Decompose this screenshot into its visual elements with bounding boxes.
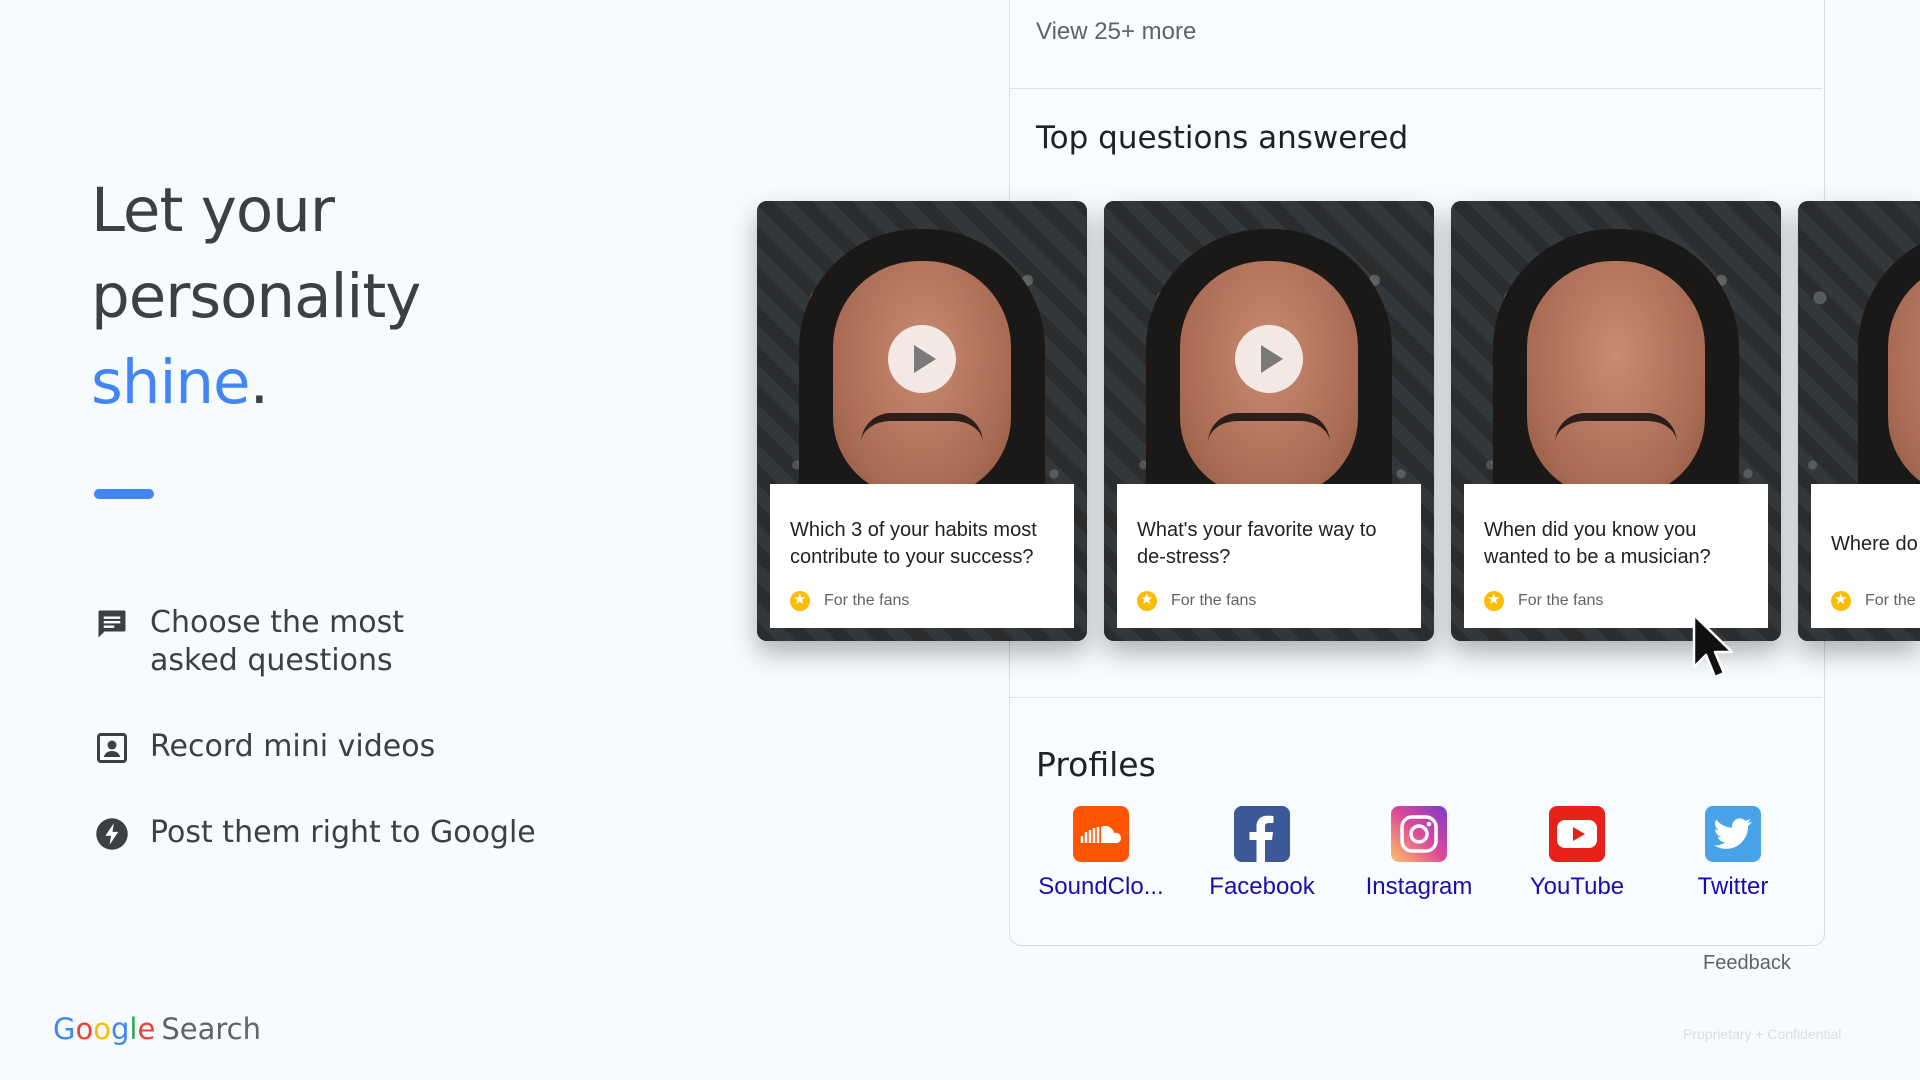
logo-letter: G <box>53 1012 76 1046</box>
facebook-icon <box>1234 806 1290 862</box>
headline-line-3: shine. <box>91 340 420 426</box>
video-card[interactable]: Which 3 of your habits most contribute t… <box>757 201 1087 641</box>
mouse-cursor-icon <box>1692 613 1734 679</box>
video-card[interactable]: Where do you find inspiration? For the f… <box>1798 201 1920 641</box>
instagram-icon <box>1391 806 1447 862</box>
fans-badge-label: For the fans <box>1171 592 1257 609</box>
headline: Let your personality shine. <box>91 168 421 426</box>
logo-letter: o <box>75 1012 94 1046</box>
feedback-link[interactable]: Feedback <box>1703 952 1791 975</box>
question-text: What's your favorite way to de-stress? <box>1137 519 1377 568</box>
profile-name: YouTube <box>1529 873 1625 900</box>
soundcloud-icon <box>1073 806 1129 862</box>
fans-badge-label: For the fans <box>1518 592 1604 609</box>
star-icon <box>790 590 810 611</box>
logo-letter: o <box>93 1012 111 1046</box>
logo-letter: e <box>137 1012 156 1046</box>
confidential-note: Proprietary + Confidential <box>1683 1026 1842 1042</box>
profile-name: SoundClo... <box>1038 873 1164 900</box>
profile-instagram[interactable]: Instagram <box>1344 806 1494 901</box>
fans-badge-label: For the fans <box>1865 592 1920 609</box>
fans-badge-label: For the fans <box>824 592 910 609</box>
fans-badge: For the fans <box>1831 590 1920 611</box>
google-search-logo: Google Search <box>53 1012 261 1046</box>
video-card[interactable]: What's your favorite way to de-stress? F… <box>1104 201 1434 641</box>
profiles-section-title: Profiles <box>1036 745 1156 784</box>
feature-text: Choose the most asked questions <box>150 605 405 678</box>
question-text: When did you know you wanted to be a mus… <box>1484 519 1711 568</box>
questions-section-title: Top questions answered <box>1036 120 1409 156</box>
divider <box>1010 697 1822 698</box>
fans-badge: For the fans <box>1137 590 1257 611</box>
question-caption: Which 3 of your habits most contribute t… <box>770 484 1074 628</box>
profile-twitter[interactable]: Twitter <box>1658 806 1808 901</box>
contact-frame-icon <box>97 733 127 763</box>
twitter-icon <box>1705 806 1761 862</box>
star-icon <box>1484 590 1504 611</box>
star-icon <box>1831 590 1851 611</box>
question-caption: Where do you find inspiration? For the f… <box>1811 484 1920 628</box>
chat-bubble-icon <box>98 610 126 638</box>
star-icon <box>1137 590 1157 611</box>
feature-choose-questions: Choose the most asked questions <box>94 604 594 680</box>
feature-text: Post them right to Google <box>150 815 536 850</box>
profile-name: Twitter <box>1697 873 1769 900</box>
question-caption: When did you know you wanted to be a mus… <box>1464 484 1768 628</box>
question-text: Where do you find inspiration? <box>1831 532 1920 555</box>
profile-soundcloud[interactable]: SoundClo... <box>1026 806 1176 901</box>
profile-facebook[interactable]: Facebook <box>1187 806 1337 901</box>
profile-name: Facebook <box>1209 873 1315 900</box>
headline-line-2: personality <box>91 261 421 332</box>
profile-name: Instagram <box>1365 873 1473 900</box>
feature-post-google: Post them right to Google <box>94 814 594 852</box>
feature-text: Record mini videos <box>150 729 436 764</box>
feature-record-videos: Record mini videos <box>94 728 594 766</box>
fans-badge: For the fans <box>1484 590 1604 611</box>
video-card[interactable]: When did you know you wanted to be a mus… <box>1451 201 1781 641</box>
question-text: Which 3 of your habits most contribute t… <box>790 519 1037 568</box>
logo-letter: g <box>110 1012 130 1046</box>
fans-badge: For the fans <box>790 590 910 611</box>
youtube-icon <box>1549 806 1605 862</box>
accent-bar <box>94 489 154 499</box>
question-caption: What's your favorite way to de-stress? F… <box>1117 484 1421 628</box>
bolt-icon <box>96 818 128 850</box>
play-icon[interactable] <box>1235 325 1303 393</box>
headline-period: . <box>249 347 269 418</box>
headline-line-1: Let your <box>91 175 335 246</box>
profile-youtube[interactable]: YouTube <box>1502 806 1652 901</box>
view-more-link[interactable]: View 25+ more <box>1036 18 1196 46</box>
play-icon[interactable] <box>888 325 956 393</box>
logo-product: Search <box>161 1012 261 1046</box>
divider <box>1010 88 1822 89</box>
headline-accent: shine <box>91 347 251 418</box>
